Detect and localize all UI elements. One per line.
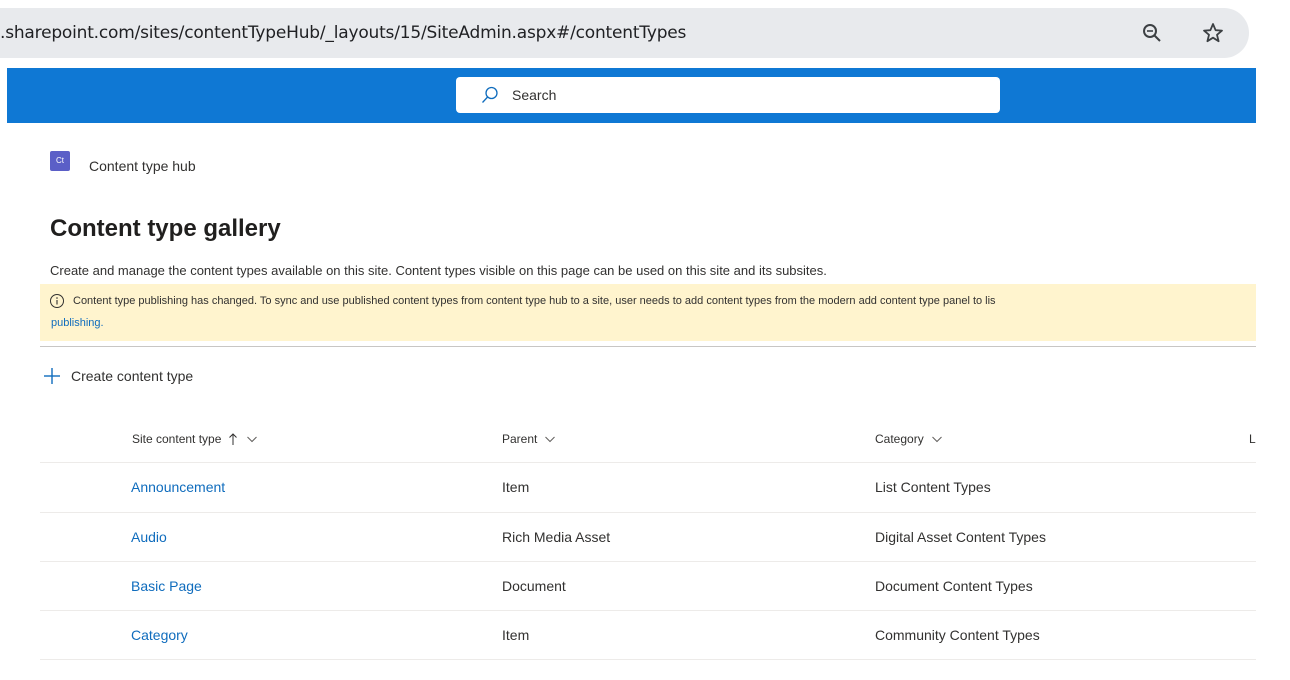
parent-cell: Item <box>502 479 530 495</box>
content-type-link[interactable]: Basic Page <box>131 562 202 611</box>
parent-cell: Document <box>502 578 566 594</box>
table-row[interactable]: Category Item Community Content Types <box>40 610 1256 660</box>
content-type-link[interactable]: Announcement <box>131 463 225 512</box>
parent-cell: Rich Media Asset <box>502 529 611 545</box>
row-divider <box>40 659 1256 660</box>
column-header-site-content-type[interactable]: Site content type <box>132 429 258 449</box>
column-header-label: L <box>1249 432 1256 446</box>
site-name[interactable]: Content type hub <box>89 157 196 175</box>
column-header-label: Site content type <box>132 432 222 446</box>
table-row[interactable]: Basic Page Document Document Content Typ… <box>40 561 1256 611</box>
search-input[interactable]: Search <box>512 77 556 113</box>
column-header-category[interactable]: Category <box>875 429 943 449</box>
category-cell: Digital Asset Content Types <box>875 529 1046 545</box>
column-header-truncated[interactable]: L <box>1249 429 1256 449</box>
chevron-down-icon <box>247 436 258 443</box>
content-type-link[interactable]: Audio <box>131 513 167 562</box>
column-header-label: Parent <box>502 432 538 446</box>
banner-link[interactable]: publishing. <box>51 315 104 331</box>
plus-icon <box>44 368 60 384</box>
parent-cell: Item <box>502 627 530 643</box>
address-bar[interactable]: .sharepoint.com/sites/contentTypeHub/_la… <box>0 8 1249 58</box>
page-title: Content type gallery <box>50 215 281 242</box>
zoom-icon[interactable] <box>1140 21 1164 45</box>
column-header-label: Category <box>875 432 924 446</box>
chevron-down-icon <box>545 436 556 443</box>
table-row[interactable]: Audio Rich Media Asset Digital Asset Con… <box>40 512 1256 562</box>
table-row[interactable]: Announcement Item List Content Types <box>40 462 1256 512</box>
create-content-type-button[interactable]: Create content type <box>42 364 193 388</box>
sort-ascending-icon <box>229 433 238 445</box>
address-url[interactable]: .sharepoint.com/sites/contentTypeHub/_la… <box>0 8 686 58</box>
site-logo[interactable]: Ct <box>50 151 70 171</box>
column-header-parent[interactable]: Parent <box>502 429 556 449</box>
info-banner: Content type publishing has changed. To … <box>40 284 1256 341</box>
info-icon <box>50 294 64 308</box>
search-icon <box>482 86 498 103</box>
category-cell: List Content Types <box>875 479 991 495</box>
divider <box>40 346 1256 347</box>
search-box[interactable]: Search <box>456 77 1000 113</box>
star-icon[interactable] <box>1201 21 1225 45</box>
category-cell: Document Content Types <box>875 578 1033 594</box>
category-cell: Community Content Types <box>875 627 1040 643</box>
create-content-type-label: Create content type <box>71 368 194 384</box>
content-type-link[interactable]: Category <box>131 611 188 660</box>
chevron-down-icon <box>931 436 942 443</box>
banner-text: Content type publishing has changed. To … <box>73 295 996 307</box>
browser-toolbar: .sharepoint.com/sites/contentTypeHub/_la… <box>0 0 1290 68</box>
page-description: Create and manage the content types avai… <box>50 263 827 278</box>
suite-bar: Search <box>7 68 1256 123</box>
